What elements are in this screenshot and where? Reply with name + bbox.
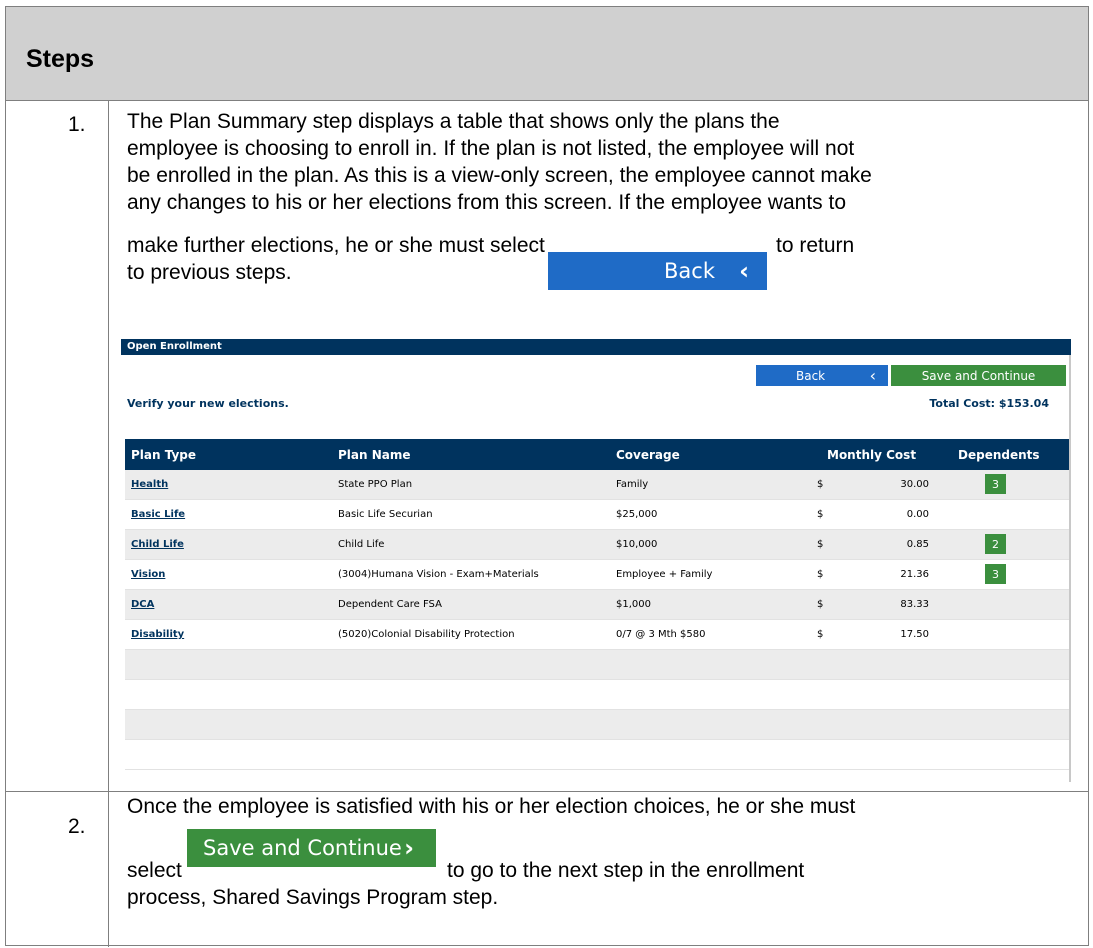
table-row: Child Life Child Life $10,000 $0.85 2 <box>125 530 1069 560</box>
step-1-line-6: to previous steps. <box>127 261 292 284</box>
monthly-cost: 21.36 <box>900 569 929 580</box>
plan-name: Basic Life Securian <box>338 509 433 520</box>
row-divider <box>6 791 1088 792</box>
plan-name: Child Life <box>338 539 385 550</box>
step-1-line-1: The Plan Summary step displays a table t… <box>127 110 780 133</box>
steps-table: Steps 1. The Plan Summary step displays … <box>5 6 1089 947</box>
total-cost: Total Cost: $153.04 <box>929 397 1049 410</box>
table-header-row: Plan Type Plan Name Coverage Monthly Cos… <box>125 439 1069 470</box>
coverage: Family <box>616 479 649 490</box>
table-row: Vision (3004)Humana Vision - Exam+Materia… <box>125 560 1069 590</box>
plan-name: (3004)Humana Vision - Exam+Materials <box>338 569 539 580</box>
col-monthly-cost: Monthly Cost <box>827 448 917 462</box>
header-title: Steps <box>26 45 95 73</box>
plan-type-link[interactable]: Disability <box>131 629 184 640</box>
currency-symbol: $ <box>817 629 824 640</box>
table-row <box>125 710 1069 740</box>
step-1-number: 1. <box>68 113 86 136</box>
step-2-line-1: Once the employee is satisfied with his … <box>127 795 856 818</box>
screenshot-border <box>1069 355 1071 782</box>
dependents-badge[interactable]: 3 <box>985 564 1006 584</box>
monthly-cost: 17.50 <box>900 629 929 640</box>
step-2-line-2-before: select <box>127 859 182 882</box>
currency-symbol: $ <box>817 569 824 580</box>
currency-symbol: $ <box>817 509 824 520</box>
step-2-line-2-after: to go to the next step in the enrollment <box>447 859 805 882</box>
step-1-line-5-before: make further elections, he or she must s… <box>127 234 545 257</box>
plan-type-link[interactable]: Vision <box>131 569 165 580</box>
col-plan-type: Plan Type <box>131 448 197 462</box>
dependents-badge[interactable]: 3 <box>985 474 1006 494</box>
plan-name: State PPO Plan <box>338 479 413 490</box>
monthly-cost: 0.00 <box>906 509 929 520</box>
currency-symbol: $ <box>817 539 824 550</box>
plan-name: (5020)Colonial Disability Protection <box>338 629 515 640</box>
step-1-line-2: employee is choosing to enroll in. If th… <box>127 137 855 160</box>
back-label: Back <box>664 259 715 283</box>
plan-type-link[interactable]: Child Life <box>131 539 184 550</box>
table-header: Steps <box>6 7 1088 101</box>
table-row <box>125 680 1069 710</box>
monthly-cost: 0.85 <box>906 539 929 550</box>
coverage: $10,000 <box>616 539 658 550</box>
plan-summary-table: Plan Type Plan Name Coverage Monthly Cos… <box>125 439 1069 770</box>
plan-type-link[interactable]: Basic Life <box>131 509 185 520</box>
dependents-badge[interactable]: 2 <box>985 534 1006 554</box>
table-row: Disability (5020)Colonial Disability Prot… <box>125 620 1069 650</box>
step-1-line-4: any changes to his or her elections from… <box>127 191 847 214</box>
step-2-line-3: process, Shared Savings Program step. <box>127 886 499 909</box>
screenshot-title-bar: Open Enrollment <box>121 339 1071 355</box>
save-label: Save and Continue <box>203 836 402 860</box>
column-divider <box>108 101 109 947</box>
table-row <box>125 740 1069 770</box>
save-continue-illustration: Save and Continue › <box>187 829 436 867</box>
monthly-cost: 83.33 <box>900 599 929 610</box>
plan-type-link[interactable]: DCA <box>131 599 154 610</box>
chevron-right-icon: › <box>404 834 414 862</box>
save-button-label: Save and Continue <box>921 368 1036 383</box>
chevron-left-icon: ‹ <box>869 366 876 385</box>
coverage: $1,000 <box>616 599 651 610</box>
coverage: Employee + Family <box>616 569 713 580</box>
save-and-continue-button[interactable]: Save and Continue <box>891 365 1066 386</box>
plan-type-link[interactable]: Health <box>131 479 168 490</box>
plan-name: Dependent Care FSA <box>338 599 442 610</box>
table-row: Health State PPO Plan Family $30.00 3 <box>125 470 1069 500</box>
enrollment-screenshot: Open Enrollment Back ‹ Save and Continue… <box>121 339 1071 784</box>
step-1-line-5-after: to return <box>776 234 855 257</box>
back-button-label: Back <box>796 368 826 383</box>
back-button-illustration: Back ‹ <box>548 252 767 290</box>
col-plan-name: Plan Name <box>338 448 411 462</box>
currency-symbol: $ <box>817 479 824 490</box>
table-row <box>125 650 1069 680</box>
back-button[interactable]: Back ‹ <box>756 365 888 386</box>
chevron-left-icon: ‹ <box>739 257 749 285</box>
verify-heading: Verify your new elections. <box>127 397 289 410</box>
step-1-line-3: be enrolled in the plan. As this is a vi… <box>127 164 872 187</box>
col-coverage: Coverage <box>616 448 680 462</box>
coverage: 0/7 @ 3 Mth $580 <box>616 629 706 640</box>
coverage: $25,000 <box>616 509 658 520</box>
monthly-cost: 30.00 <box>900 479 929 490</box>
step-2-number: 2. <box>68 815 86 838</box>
col-dependents: Dependents <box>958 448 1040 462</box>
currency-symbol: $ <box>817 599 824 610</box>
table-row: DCA Dependent Care FSA $1,000 $83.33 <box>125 590 1069 620</box>
table-row: Basic Life Basic Life Securian $25,000 $0.0… <box>125 500 1069 530</box>
